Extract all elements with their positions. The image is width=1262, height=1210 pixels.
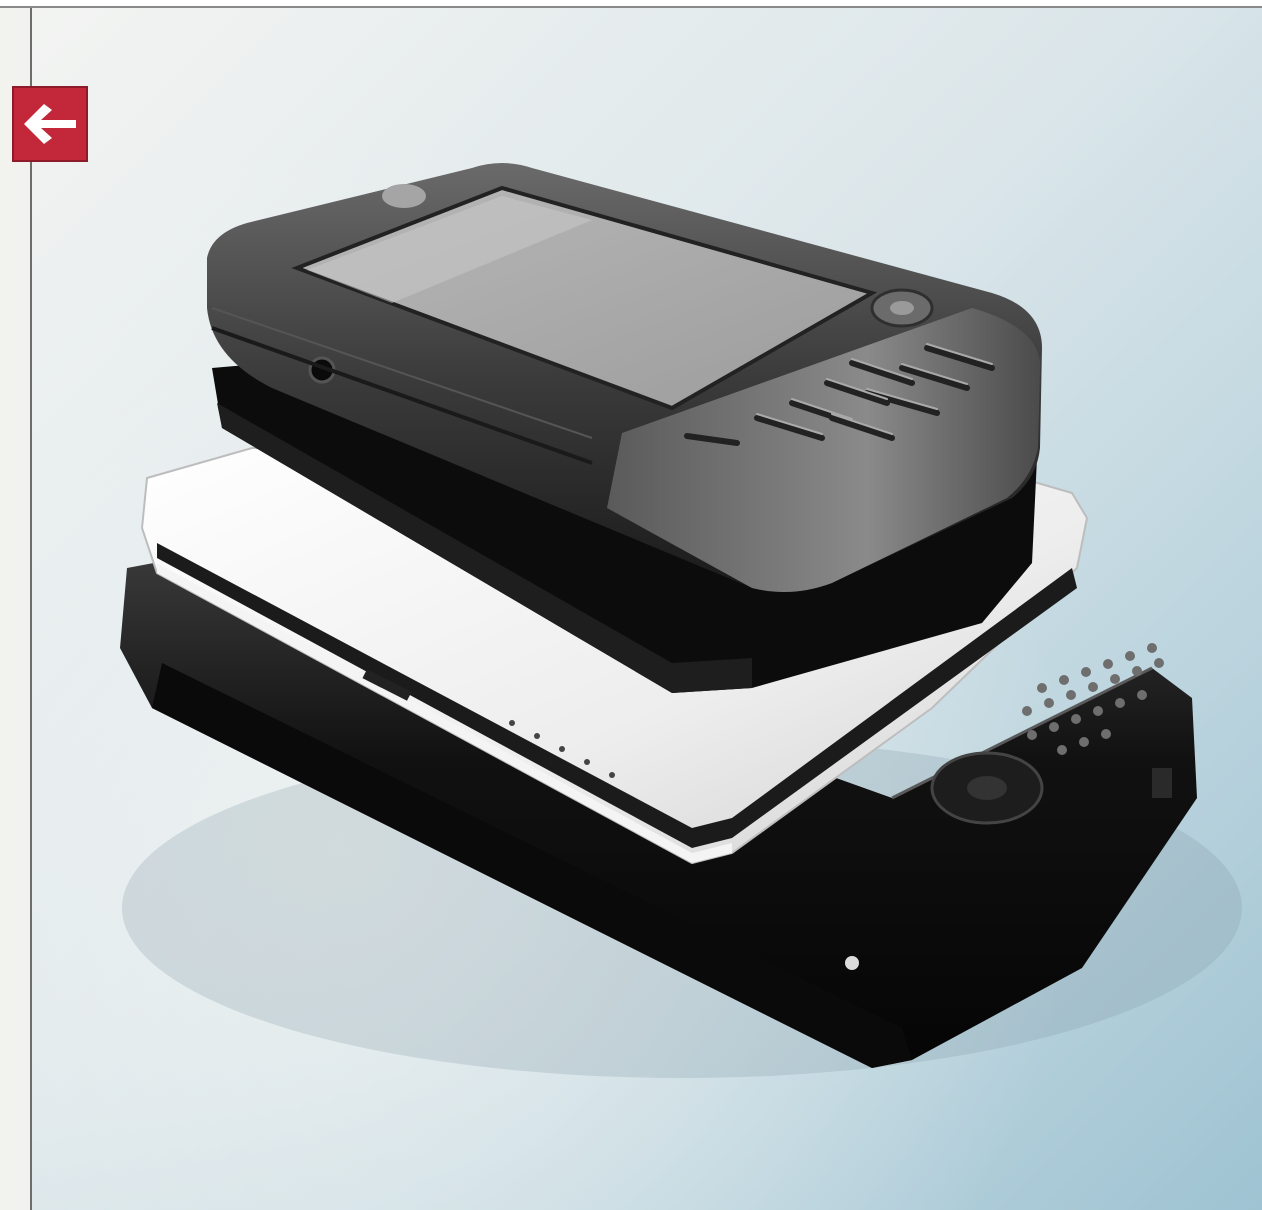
page	[0, 0, 1262, 1210]
product-photo	[32, 8, 1262, 1210]
left-margin	[0, 8, 30, 1210]
back-button[interactable]	[12, 86, 88, 162]
frame-line	[30, 8, 32, 1210]
photo-illustration	[32, 8, 1262, 1210]
top-rule	[0, 0, 1262, 8]
arrow-left-icon	[24, 104, 76, 144]
